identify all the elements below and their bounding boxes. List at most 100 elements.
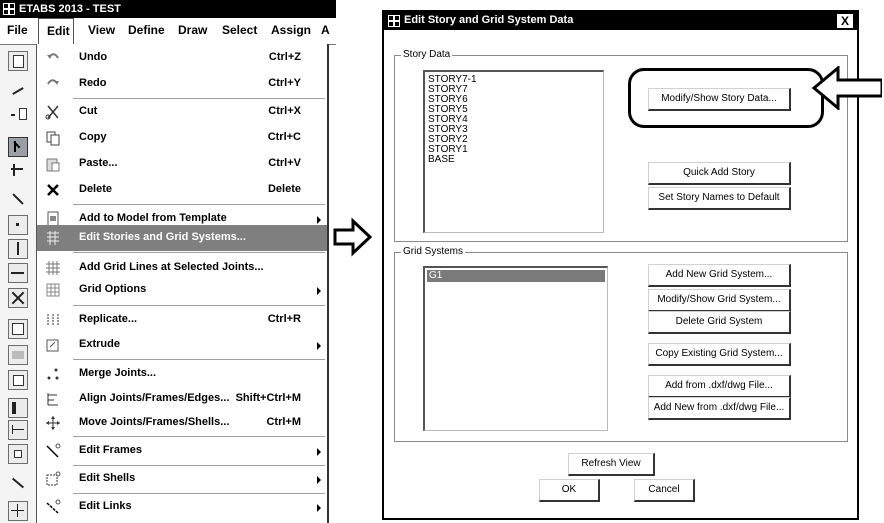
menu-item-label: Delete bbox=[79, 183, 113, 195]
menu-view[interactable]: View bbox=[88, 23, 115, 37]
etabs-window-title: ETABS 2013 - TEST bbox=[19, 3, 121, 15]
dropdown-tool-icon[interactable] bbox=[8, 105, 28, 125]
draw-floor-icon[interactable] bbox=[8, 319, 28, 339]
draw-joint-icon[interactable] bbox=[8, 215, 28, 235]
cut-icon bbox=[45, 104, 61, 120]
edit-shells-icon bbox=[45, 471, 61, 487]
draw-point-icon[interactable] bbox=[8, 444, 28, 464]
edit-story-grid-dialog: Edit Story and Grid System Data X Story … bbox=[382, 10, 859, 520]
menu-item-shortcut: Ctrl+C bbox=[267, 131, 301, 143]
refresh-view-button[interactable]: Refresh View bbox=[568, 453, 655, 476]
menu-item-label: Replicate... bbox=[79, 313, 138, 325]
menu-item-paste[interactable]: Paste... Ctrl+V bbox=[37, 151, 327, 177]
grid-options-icon bbox=[45, 282, 61, 298]
grid-system-list-item[interactable]: G1 bbox=[427, 270, 605, 282]
draw-opening-icon[interactable] bbox=[8, 370, 28, 390]
menu-bar: File Edit View Define Draw Select Assign… bbox=[0, 18, 336, 45]
pointer-tool-icon[interactable] bbox=[8, 79, 28, 99]
menu-item-shortcut: Ctrl+R bbox=[267, 313, 301, 325]
dialog-title-bar: Edit Story and Grid System Data X bbox=[384, 12, 857, 30]
draw-line-icon[interactable] bbox=[8, 189, 28, 209]
menu-item-replicate[interactable]: Replicate... Ctrl+R bbox=[37, 307, 327, 333]
menu-item-redo[interactable]: Redo Ctrl+Y bbox=[37, 71, 327, 97]
add-from-dxf-button[interactable]: Add from .dxf/dwg File... bbox=[648, 375, 791, 398]
menu-item-label: Cut bbox=[79, 105, 98, 117]
menu-separator bbox=[73, 436, 325, 437]
grid-system-list[interactable]: G1 bbox=[423, 266, 608, 431]
menu-assign[interactable]: Assign bbox=[271, 23, 311, 37]
draw-wall-icon[interactable] bbox=[8, 345, 28, 365]
submenu-arrow-icon bbox=[317, 342, 321, 350]
menu-edit[interactable]: Edit bbox=[38, 18, 74, 44]
menu-item-label: Add Grid Lines at Selected Joints... bbox=[79, 261, 264, 273]
add-new-from-dxf-button[interactable]: Add New from .dxf/dwg File... bbox=[648, 397, 791, 420]
reshape-tool-icon[interactable] bbox=[8, 161, 28, 181]
etabs-title-bar: ETABS 2013 - TEST bbox=[0, 0, 336, 18]
submenu-arrow-icon bbox=[317, 448, 321, 456]
menu-item-edit-frames[interactable]: Edit Frames bbox=[37, 438, 327, 464]
draw-section-cut-icon[interactable] bbox=[8, 473, 28, 493]
menu-item-grid-options[interactable]: Grid Options bbox=[37, 277, 327, 303]
draw-column-icon[interactable] bbox=[8, 239, 28, 259]
menu-item-label: Grid Options bbox=[79, 283, 147, 295]
draw-beam-icon[interactable] bbox=[8, 263, 28, 283]
menu-item-label: Paste... bbox=[79, 157, 118, 169]
menu-draw[interactable]: Draw bbox=[178, 23, 207, 37]
menu-define[interactable]: Define bbox=[128, 23, 165, 37]
cancel-button[interactable]: Cancel bbox=[634, 479, 695, 502]
dialog-title: Edit Story and Grid System Data bbox=[404, 14, 574, 26]
merge-joints-icon bbox=[45, 366, 61, 382]
menu-item-undo[interactable]: Undo Ctrl+Z bbox=[37, 45, 327, 71]
menu-item-shortcut: Shift+Ctrl+M bbox=[235, 392, 301, 404]
menu-item-label: Copy bbox=[79, 131, 107, 143]
close-button[interactable]: X bbox=[836, 13, 854, 29]
delete-icon bbox=[45, 182, 61, 198]
pointing-arrow-icon bbox=[333, 217, 373, 257]
menu-item-cut[interactable]: Cut Ctrl+X bbox=[37, 99, 327, 125]
menu-item-label: Extrude bbox=[79, 338, 120, 350]
menu-item-copy[interactable]: Copy Ctrl+C bbox=[37, 125, 327, 151]
menu-item-label: Edit Frames bbox=[79, 444, 142, 456]
ok-button[interactable]: OK bbox=[539, 479, 600, 502]
menu-separator bbox=[73, 305, 325, 306]
menu-item-edit-links[interactable]: Edit Links bbox=[37, 494, 327, 520]
quick-add-story-button[interactable]: Quick Add Story bbox=[648, 162, 791, 185]
menu-item-move[interactable]: Move Joints/Frames/Shells... Ctrl+M bbox=[37, 410, 327, 436]
menu-item-delete[interactable]: Delete Delete bbox=[37, 177, 327, 203]
story-list-item[interactable]: BASE bbox=[428, 155, 455, 165]
submenu-arrow-icon bbox=[317, 287, 321, 295]
menu-edit-label: Edit bbox=[47, 24, 70, 38]
menu-item-edit-shells[interactable]: Edit Shells bbox=[37, 466, 327, 492]
menu-analyze[interactable]: A bbox=[321, 23, 330, 37]
draw-dimension-icon[interactable] bbox=[8, 420, 28, 440]
copy-icon bbox=[45, 130, 61, 146]
draw-grid-icon[interactable] bbox=[8, 501, 28, 521]
copy-grid-system-button[interactable]: Copy Existing Grid System... bbox=[648, 343, 791, 366]
menu-item-label: Align Joints/Frames/Edges... bbox=[79, 392, 230, 404]
menu-item-align[interactable]: Align Joints/Frames/Edges... Shift+Ctrl+… bbox=[37, 386, 327, 412]
menu-item-shortcut: Ctrl+M bbox=[266, 416, 301, 428]
set-story-names-default-button[interactable]: Set Story Names to Default bbox=[648, 187, 791, 210]
menu-item-edit-stories-grid[interactable]: Edit Stories and Grid Systems... bbox=[37, 225, 327, 251]
menu-item-label: Merge Joints... bbox=[79, 367, 157, 379]
delete-grid-system-button[interactable]: Delete Grid System bbox=[648, 311, 791, 334]
menu-select[interactable]: Select bbox=[222, 23, 257, 37]
modify-grid-system-button[interactable]: Modify/Show Grid System... bbox=[648, 289, 791, 312]
new-model-icon[interactable] bbox=[8, 51, 28, 71]
grid-systems-group: Grid Systems G1 Add New Grid System... M… bbox=[394, 246, 848, 442]
grid-systems-label: Grid Systems bbox=[401, 246, 466, 257]
submenu-arrow-icon bbox=[317, 216, 321, 224]
menu-item-label: Edit Links bbox=[79, 500, 132, 512]
select-arrow-icon[interactable] bbox=[8, 137, 28, 157]
draw-brace-icon[interactable] bbox=[8, 288, 28, 308]
menu-separator bbox=[73, 359, 325, 360]
menu-item-extrude[interactable]: Extrude bbox=[37, 332, 327, 358]
story-list[interactable]: STORY7-1 STORY7 STORY6 STORY5 STORY4 STO… bbox=[423, 70, 604, 233]
menu-item-merge-joints[interactable]: Merge Joints... bbox=[37, 361, 327, 387]
add-new-grid-system-button[interactable]: Add New Grid System... bbox=[648, 264, 791, 287]
draw-link-icon[interactable] bbox=[8, 398, 28, 418]
story-data-label: Story Data bbox=[401, 49, 453, 60]
menu-file[interactable]: File bbox=[7, 23, 28, 37]
menu-item-shortcut: Ctrl+Y bbox=[268, 77, 301, 89]
menu-item-shortcut: Delete bbox=[267, 183, 301, 195]
